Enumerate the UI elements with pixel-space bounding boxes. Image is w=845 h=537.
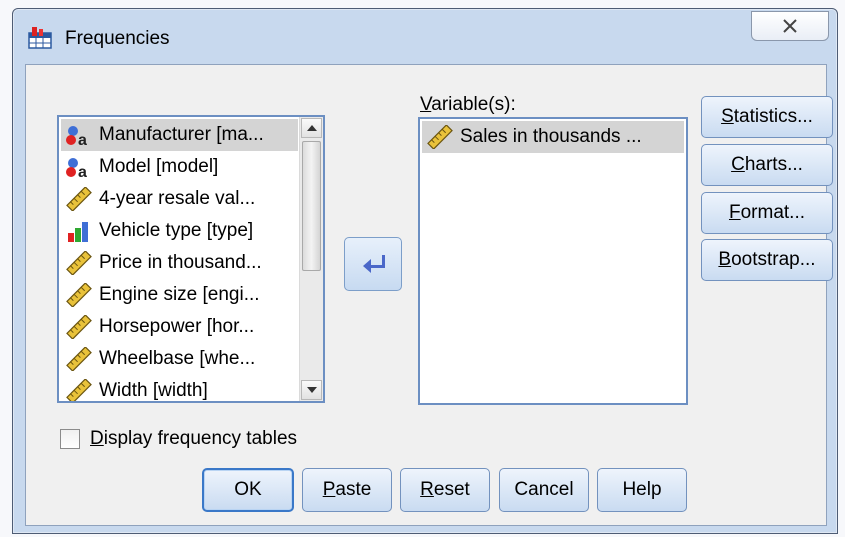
scroll-down-arrow-icon bbox=[306, 387, 317, 393]
title-bar[interactable]: Frequencies bbox=[13, 9, 837, 63]
charts-button[interactable]: Charts... bbox=[701, 144, 833, 186]
list-item-label: Price in thousand... bbox=[99, 252, 262, 273]
list-item[interactable]: Vehicle type [type] bbox=[61, 215, 298, 247]
display-frequency-tables-option[interactable]: Display frequency tables bbox=[60, 428, 297, 450]
window-title: Frequencies bbox=[65, 28, 170, 49]
scroll-up-button[interactable] bbox=[301, 118, 322, 138]
list-item-label: Horsepower [hor... bbox=[99, 316, 255, 337]
bootstrap-button[interactable]: Bootstrap... bbox=[701, 239, 833, 281]
svg-text:a: a bbox=[78, 164, 87, 179]
dialog-content: a Manufacturer [ma... a Model [model] 4-year… bbox=[25, 64, 833, 526]
source-list-items: a Manufacturer [ma... a Model [model] 4-year… bbox=[61, 119, 298, 401]
scale-ruler-icon bbox=[426, 124, 454, 150]
scroll-up-arrow-icon bbox=[306, 125, 317, 131]
list-item[interactable]: a Model [model] bbox=[61, 151, 298, 183]
source-list-scrollbar[interactable] bbox=[299, 117, 323, 401]
variables-label: Variable(s): bbox=[420, 94, 516, 115]
format-button[interactable]: Format... bbox=[701, 192, 833, 234]
ordinal-bars-icon bbox=[65, 219, 93, 243]
list-item[interactable]: Wheelbase [whe... bbox=[61, 343, 298, 375]
list-item-label: Vehicle type [type] bbox=[99, 220, 254, 241]
list-item[interactable]: Horsepower [hor... bbox=[61, 311, 298, 343]
cancel-button[interactable]: Cancel bbox=[499, 468, 589, 512]
list-item-label: 4-year resale val... bbox=[99, 188, 256, 209]
scroll-down-button[interactable] bbox=[301, 380, 322, 400]
list-item[interactable]: Sales in thousands ... bbox=[422, 121, 684, 153]
list-item-label: Sales in thousands ... bbox=[460, 126, 642, 147]
scroll-thumb[interactable] bbox=[302, 141, 321, 271]
list-item-label: Engine size [engi... bbox=[99, 284, 260, 305]
svg-text:a: a bbox=[78, 132, 87, 147]
list-item-label: Model [model] bbox=[99, 156, 219, 177]
move-variable-button[interactable] bbox=[344, 237, 402, 291]
selected-variables-list[interactable]: Sales in thousands ... bbox=[418, 117, 688, 405]
scale-ruler-icon bbox=[65, 378, 93, 401]
arrow-left-icon bbox=[363, 255, 385, 273]
close-x-icon bbox=[783, 19, 797, 33]
display-frequency-tables-checkbox[interactable] bbox=[60, 429, 80, 449]
paste-button[interactable]: Paste bbox=[302, 468, 392, 512]
help-button[interactable]: Help bbox=[597, 468, 687, 512]
list-item-label: Manufacturer [ma... bbox=[99, 124, 264, 145]
scale-ruler-icon bbox=[65, 346, 93, 372]
frequencies-dialog: Frequencies a Manufacturer [ma... a Model [… bbox=[12, 8, 838, 534]
close-button[interactable] bbox=[751, 11, 829, 41]
list-item[interactable]: Width [width] bbox=[61, 375, 298, 401]
list-item[interactable]: a Manufacturer [ma... bbox=[61, 119, 298, 151]
list-item[interactable]: 4-year resale val... bbox=[61, 183, 298, 215]
source-variable-list[interactable]: a Manufacturer [ma... a Model [model] 4-year… bbox=[57, 115, 325, 403]
statistics-button[interactable]: Statistics... bbox=[701, 96, 833, 138]
list-item[interactable]: Price in thousand... bbox=[61, 247, 298, 279]
selected-list-items: Sales in thousands ... bbox=[420, 121, 686, 153]
nominal-string-icon: a bbox=[65, 123, 93, 149]
scale-ruler-icon bbox=[65, 314, 93, 340]
scale-ruler-icon bbox=[65, 186, 93, 212]
scale-ruler-icon bbox=[65, 250, 93, 276]
ok-button[interactable]: OK bbox=[202, 468, 294, 512]
list-item-label: Width [width] bbox=[99, 380, 208, 401]
list-item-label: Wheelbase [whe... bbox=[99, 348, 256, 369]
scale-ruler-icon bbox=[65, 282, 93, 308]
list-item[interactable]: Engine size [engi... bbox=[61, 279, 298, 311]
frequencies-table-icon bbox=[28, 27, 52, 49]
display-frequency-tables-label: Display frequency tables bbox=[90, 428, 298, 449]
nominal-string-icon: a bbox=[65, 155, 93, 181]
reset-button[interactable]: Reset bbox=[400, 468, 490, 512]
